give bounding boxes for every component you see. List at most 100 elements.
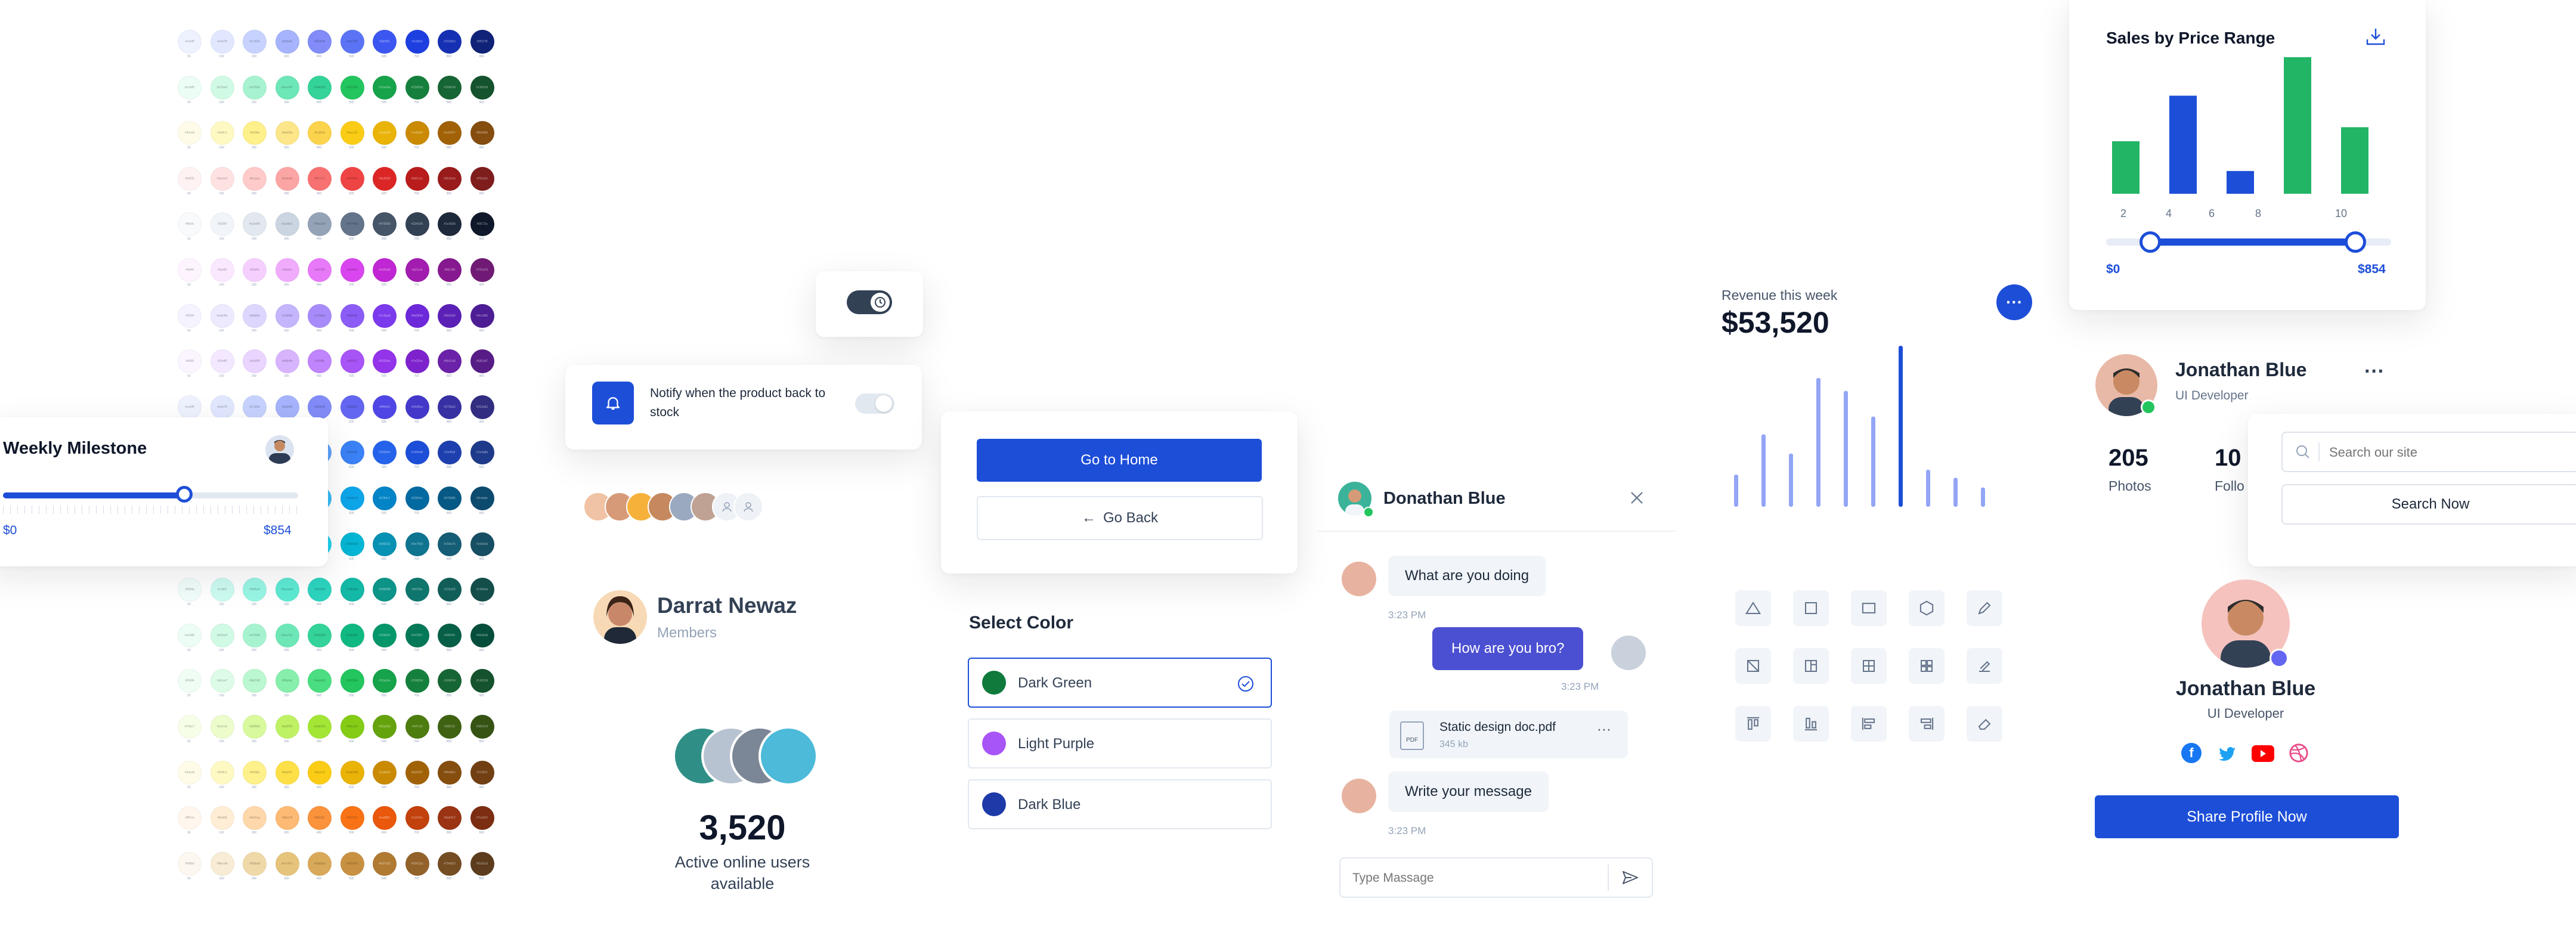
- color-swatch[interactable]: #0891b2: [373, 532, 397, 556]
- notify-toggle[interactable]: [855, 393, 894, 414]
- color-swatch[interactable]: #5c3c1d: [470, 851, 494, 876]
- color-swatch[interactable]: #1e3a8a: [470, 441, 494, 465]
- color-swatch[interactable]: #2563eb: [373, 441, 397, 465]
- color-swatch[interactable]: #ca8a04: [405, 121, 429, 145]
- color-swatch[interactable]: #3730a3: [438, 395, 462, 419]
- color-swatch[interactable]: #e0e7ff: [210, 395, 234, 419]
- color-swatch[interactable]: #facc15: [340, 121, 364, 145]
- color-swatch[interactable]: #f5f3ff: [178, 303, 202, 328]
- color-swatch[interactable]: #991b1b: [438, 166, 462, 191]
- color-swatch[interactable]: #a16207: [438, 121, 462, 145]
- file-card[interactable]: PDF Static design doc.pdf 345 kb ···: [1389, 711, 1628, 758]
- color-swatch[interactable]: #c026d3: [373, 258, 397, 282]
- color-swatch[interactable]: #065f46: [438, 623, 462, 647]
- color-swatch[interactable]: #581c87: [470, 349, 494, 374]
- go-back-button[interactable]: ← Go Back: [977, 496, 1263, 540]
- color-swatch[interactable]: #f8fafc: [178, 212, 202, 237]
- color-swatch[interactable]: #a16207: [405, 760, 429, 785]
- color-swatch[interactable]: #8b5cf6: [340, 303, 364, 328]
- color-swatch[interactable]: #f0fdf4: [178, 669, 202, 693]
- color-swatch[interactable]: #a78bfa: [308, 303, 332, 328]
- color-swatch[interactable]: #166534: [438, 75, 462, 100]
- color-swatch[interactable]: #fef2f2: [178, 166, 202, 191]
- color-swatch[interactable]: #c89142: [340, 851, 364, 876]
- color-swatch[interactable]: #facc15: [308, 760, 332, 785]
- align-bottom-icon[interactable]: [1793, 706, 1829, 742]
- color-swatch[interactable]: #2dd4bf: [308, 578, 332, 602]
- color-swatch[interactable]: #f0fdfa: [178, 578, 202, 602]
- color-swatch[interactable]: #7f1d1d: [470, 166, 494, 191]
- color-swatch[interactable]: #854d0e: [470, 121, 494, 145]
- color-swatch[interactable]: #3f6212: [438, 715, 462, 739]
- more-icon[interactable]: ···: [1597, 721, 1611, 738]
- grid-4-icon[interactable]: [1909, 648, 1945, 684]
- color-swatch[interactable]: #fff7ed: [178, 806, 202, 830]
- color-option[interactable]: Light Purple: [968, 718, 1272, 768]
- color-swatch[interactable]: #115e59: [438, 578, 462, 602]
- color-swatch[interactable]: #6366f1: [340, 395, 364, 419]
- color-swatch[interactable]: #86198f: [438, 258, 462, 282]
- color-swatch[interactable]: #a7f3d0: [243, 75, 267, 100]
- color-swatch[interactable]: #4338ca: [405, 395, 429, 419]
- color-swatch[interactable]: #1e40af: [438, 441, 462, 465]
- color-swatch[interactable]: #ede9fe: [210, 303, 234, 328]
- color-swatch[interactable]: #4ade80: [308, 669, 332, 693]
- search-input[interactable]: [2328, 441, 2557, 464]
- color-swatch[interactable]: #fdf4ff: [178, 258, 202, 282]
- color-swatch[interactable]: #f97316: [340, 806, 364, 830]
- color-swatch[interactable]: #f0abfc: [275, 258, 299, 282]
- color-swatch[interactable]: #06b6d4: [340, 532, 364, 556]
- color-swatch[interactable]: #16a34a: [373, 669, 397, 693]
- color-swatch[interactable]: #166534: [438, 669, 462, 693]
- color-swatch[interactable]: #faf5ff: [178, 349, 202, 374]
- color-swatch[interactable]: #a5b4fc: [275, 30, 299, 54]
- color-swatch[interactable]: #f7fee7: [178, 715, 202, 739]
- color-swatch[interactable]: #c4b5fd: [275, 303, 299, 328]
- color-swatch[interactable]: #fca5a5: [275, 166, 299, 191]
- color-swatch[interactable]: #c084fc: [308, 349, 332, 374]
- color-swatch[interactable]: #164e63: [470, 532, 494, 556]
- color-swatch[interactable]: #4c1d95: [470, 303, 494, 328]
- color-swatch[interactable]: #f0d9a8: [243, 851, 267, 876]
- color-swatch[interactable]: #1d3fe0: [405, 30, 429, 54]
- color-swatch[interactable]: #22c55e: [340, 669, 364, 693]
- color-swatch[interactable]: #e9d5ff: [243, 349, 267, 374]
- message-input[interactable]: [1351, 867, 1592, 890]
- color-swatch[interactable]: #cbd5e1: [275, 212, 299, 237]
- eraser-icon[interactable]: [1967, 706, 2002, 742]
- color-swatch[interactable]: #a3e635: [308, 715, 332, 739]
- color-swatch[interactable]: #f5d0fe: [243, 258, 267, 282]
- color-swatch[interactable]: #fde047: [275, 760, 299, 785]
- dribbble-icon[interactable]: [2289, 743, 2309, 763]
- color-swatch[interactable]: #64748b: [340, 212, 364, 237]
- color-swatch[interactable]: #c7d2fe: [243, 30, 267, 54]
- square-icon[interactable]: [1793, 590, 1829, 626]
- color-swatch[interactable]: #475569: [373, 212, 397, 237]
- color-swatch[interactable]: #365314: [470, 715, 494, 739]
- color-swatch[interactable]: #65a30d: [373, 715, 397, 739]
- color-swatch[interactable]: #754d23: [438, 851, 462, 876]
- color-swatch[interactable]: #fefce8: [178, 121, 202, 145]
- color-swatch[interactable]: #fae8ff: [210, 258, 234, 282]
- triangle-icon[interactable]: [1735, 590, 1771, 626]
- color-swatch[interactable]: #fef08a: [243, 121, 267, 145]
- color-swatch[interactable]: #fef9c3: [210, 760, 234, 785]
- color-swatch[interactable]: #0f766e: [405, 578, 429, 602]
- close-icon[interactable]: [1628, 489, 1646, 507]
- color-swatch[interactable]: #d1fae5: [210, 75, 234, 100]
- color-swatch[interactable]: #a7f3d0: [243, 623, 267, 647]
- color-swatch[interactable]: #16a34a: [373, 75, 397, 100]
- color-swatch[interactable]: #3b82f6: [340, 441, 364, 465]
- color-swatch[interactable]: #34d399: [308, 75, 332, 100]
- more-button[interactable]: ···: [1996, 284, 2032, 320]
- facebook-icon[interactable]: f: [2181, 743, 2202, 763]
- color-swatch[interactable]: #fef9c3: [210, 121, 234, 145]
- color-swatch[interactable]: #c7d2fe: [243, 395, 267, 419]
- color-swatch[interactable]: #fdf8ef: [178, 851, 202, 876]
- align-right-icon[interactable]: [1909, 706, 1945, 742]
- color-swatch[interactable]: #6d28d9: [405, 303, 429, 328]
- color-swatch[interactable]: #dc2626: [373, 166, 397, 191]
- color-swatch[interactable]: #0369a1: [405, 486, 429, 510]
- color-swatch[interactable]: #15803d: [405, 669, 429, 693]
- color-swatch[interactable]: #5eead4: [275, 578, 299, 602]
